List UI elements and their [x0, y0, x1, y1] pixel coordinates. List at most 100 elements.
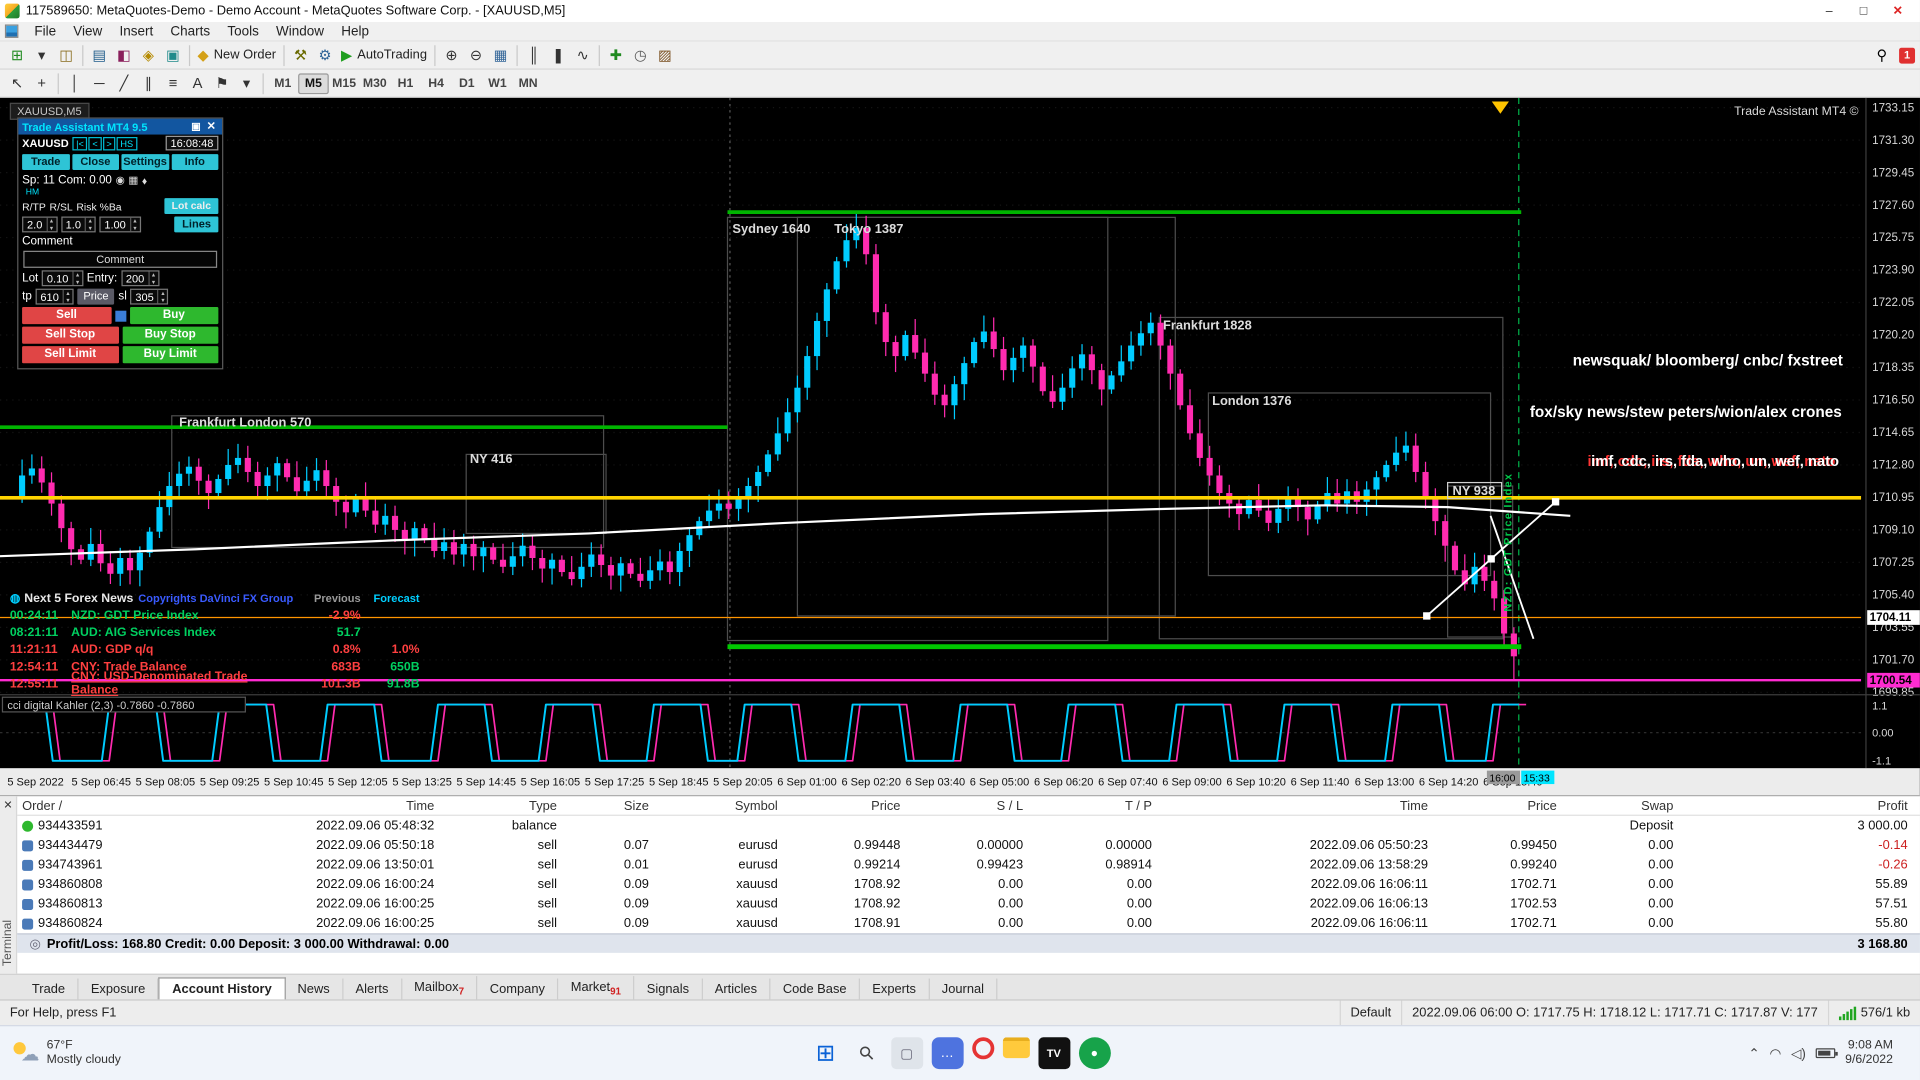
volume-icon[interactable]: ◁) — [1791, 1045, 1806, 1061]
lot-stepper[interactable]: 0.10▲▼ — [42, 270, 83, 286]
taskbar-clock[interactable]: 9:08 AM 9/6/2022 — [1845, 1038, 1900, 1069]
teams-icon[interactable]: … — [931, 1037, 963, 1069]
table-row[interactable]: 9348608082022.09.06 16:00:24sell0.09xauu… — [17, 875, 1920, 895]
search-icon[interactable]: ⚲ — [1870, 43, 1895, 66]
rsl-stepper[interactable]: 1.0▲▼ — [61, 217, 96, 233]
text-tool[interactable]: A — [185, 72, 210, 95]
column-header-type[interactable]: Type — [447, 798, 570, 813]
timeframe-m1[interactable]: M1 — [267, 73, 298, 94]
tab-code-base[interactable]: Code Base — [771, 979, 860, 1000]
column-header-price[interactable]: Price — [790, 798, 913, 813]
timeframe-d1[interactable]: D1 — [451, 73, 482, 94]
lines-button[interactable]: Lines — [175, 217, 219, 233]
opera-icon[interactable] — [972, 1037, 994, 1059]
menu-item-insert[interactable]: Insert — [111, 23, 162, 40]
timeframe-m5[interactable]: M5 — [298, 73, 329, 94]
column-header-size[interactable]: Size — [569, 798, 661, 813]
column-header-symbol[interactable]: Symbol — [661, 798, 790, 813]
tab-mailbox[interactable]: Mailbox7 — [402, 976, 478, 999]
timeframe-h4[interactable]: H4 — [421, 73, 452, 94]
zoom-in-icon[interactable]: ⊕ — [439, 43, 464, 66]
panel-nav-button-3[interactable]: HS — [117, 136, 137, 149]
panel-tab-trade[interactable]: Trade — [22, 154, 69, 170]
table-row[interactable]: 9344335912022.09.06 05:48:32balanceDepos… — [17, 816, 1920, 836]
tab-alerts[interactable]: Alerts — [343, 979, 402, 1000]
menu-item-window[interactable]: Window — [267, 23, 332, 40]
column-header-sl[interactable]: S / L — [913, 798, 1036, 813]
navigator-icon[interactable]: ◈ — [136, 43, 161, 66]
market-watch-icon[interactable]: ▤ — [87, 43, 112, 66]
menu-item-file[interactable]: File — [26, 23, 65, 40]
task-view-button[interactable]: ▢ — [891, 1037, 923, 1069]
column-header-time[interactable]: Time — [140, 798, 447, 813]
maximize-button[interactable]: □ — [1846, 4, 1880, 17]
tp-stepper[interactable]: 610▲▼ — [36, 289, 74, 305]
candlestick-chart-icon[interactable]: ❚ — [546, 43, 571, 66]
tab-account-history[interactable]: Account History — [159, 977, 285, 999]
cursor-tool[interactable]: ↖ — [5, 72, 30, 95]
camera-icon[interactable]: ▣ — [188, 121, 205, 132]
menu-item-tools[interactable]: Tools — [219, 23, 268, 40]
tradingview-icon[interactable]: TV — [1038, 1037, 1070, 1069]
panel-tab-info[interactable]: Info — [171, 154, 218, 170]
calendar-icon[interactable]: ▦ — [128, 174, 138, 187]
tab-journal[interactable]: Journal — [929, 979, 997, 1000]
sell-stop-button[interactable]: Sell Stop — [22, 327, 118, 344]
column-header-tp[interactable]: T / P — [1035, 798, 1164, 813]
history-table-header[interactable]: Order /TimeTypeSizeSymbolPriceS / LT / P… — [17, 796, 1920, 816]
table-row[interactable]: 9347439612022.09.06 13:50:01sell0.01euru… — [17, 855, 1920, 875]
horizontal-line-tool[interactable]: ─ — [87, 72, 112, 95]
tab-signals[interactable]: Signals — [635, 979, 703, 1000]
menu-item-charts[interactable]: Charts — [162, 23, 219, 40]
close-button[interactable]: ✕ — [1881, 4, 1915, 17]
comment-input[interactable] — [23, 251, 217, 268]
price-button[interactable]: Price — [77, 289, 114, 305]
panel-tab-settings[interactable]: Settings — [121, 154, 168, 170]
timeframe-mn[interactable]: MN — [513, 73, 544, 94]
table-row[interactable]: 9344344792022.09.06 05:50:18sell0.07euru… — [17, 835, 1920, 855]
crosshair-tool[interactable]: + — [29, 72, 54, 95]
wifi-icon[interactable]: ◠ — [1769, 1045, 1781, 1061]
tab-company[interactable]: Company — [478, 979, 559, 1000]
tray-chevron-icon[interactable]: ⌃ — [1748, 1045, 1759, 1061]
alarm-icon[interactable]: ♦ — [142, 174, 147, 186]
channel-tool[interactable]: ∥ — [136, 72, 161, 95]
profiles-icon[interactable]: ◫ — [54, 43, 79, 66]
eye-icon[interactable]: ◉ — [116, 174, 125, 187]
battery-icon[interactable] — [1816, 1048, 1836, 1058]
column-header-order[interactable]: Order / — [17, 798, 140, 813]
chart-dropdown-icon[interactable]: ▾ — [29, 43, 54, 66]
table-row[interactable]: 9348608132022.09.06 16:00:25sell0.09xauu… — [17, 894, 1920, 914]
column-header-profit[interactable]: Profit — [1686, 798, 1920, 813]
line-chart-icon[interactable]: ∿ — [571, 43, 596, 66]
timeframe-m15[interactable]: M15 — [329, 73, 360, 94]
panel-tab-close[interactable]: Close — [72, 154, 119, 170]
search-button[interactable]: ⚲ — [844, 1031, 889, 1076]
indicators-icon[interactable]: ✚ — [604, 43, 629, 66]
tab-articles[interactable]: Articles — [703, 979, 771, 1000]
fibonacci-tool[interactable]: ≡ — [161, 72, 186, 95]
arrow-tool[interactable]: ⚑ — [210, 72, 235, 95]
zoom-out-icon[interactable]: ⊖ — [464, 43, 489, 66]
green-app-icon[interactable]: ● — [1078, 1037, 1110, 1069]
status-profile[interactable]: Default — [1339, 1001, 1401, 1025]
column-header-swap[interactable]: Swap — [1569, 798, 1686, 813]
column-header-price[interactable]: Price — [1440, 798, 1569, 813]
terminal-panel-icon[interactable]: ▣ — [161, 43, 186, 66]
autotrading-button[interactable]: ▶AutoTrading — [337, 43, 430, 66]
notification-badge[interactable]: 1 — [1899, 47, 1915, 63]
trade-assistant-titlebar[interactable]: Trade Assistant MT4 9.5 ▣ ✕ — [18, 119, 222, 135]
minimize-button[interactable]: – — [1812, 4, 1846, 17]
tile-windows-icon[interactable]: ▦ — [488, 43, 513, 66]
periods-icon[interactable]: ◷ — [628, 43, 653, 66]
expert-settings-icon[interactable]: ⚙ — [313, 43, 338, 66]
tab-exposure[interactable]: Exposure — [79, 979, 159, 1000]
new-order-button[interactable]: ◆New Order — [194, 43, 280, 66]
tab-market[interactable]: Market91 — [558, 976, 634, 999]
entry-stepper[interactable]: 200▲▼ — [121, 270, 159, 286]
tab-news[interactable]: News — [285, 979, 343, 1000]
buy-stop-button[interactable]: Buy Stop — [122, 327, 218, 344]
bar-chart-icon[interactable]: ║ — [521, 43, 546, 66]
new-chart-icon[interactable]: ⊞ — [5, 43, 30, 66]
vertical-line-tool[interactable]: │ — [63, 72, 88, 95]
